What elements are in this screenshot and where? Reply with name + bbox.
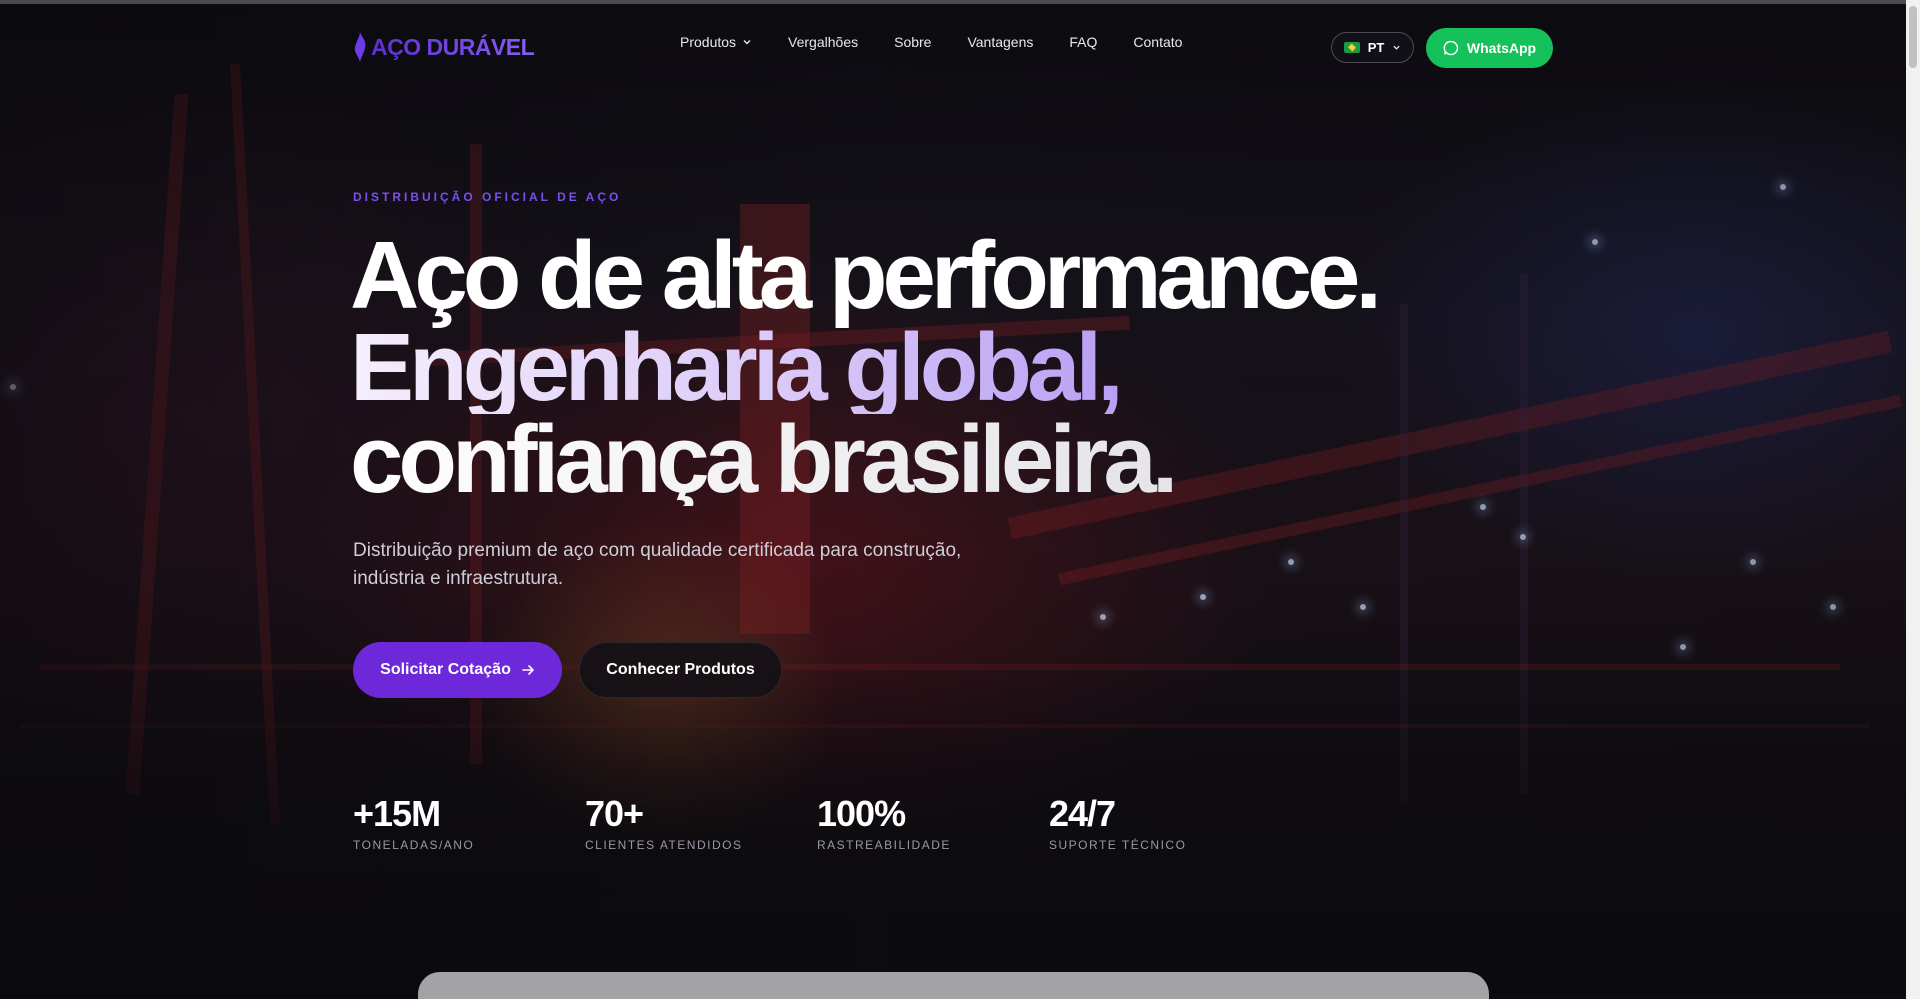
language-code: PT xyxy=(1367,40,1385,55)
flame-logo-icon xyxy=(354,32,366,62)
whatsapp-label: WhatsApp xyxy=(1466,40,1537,56)
nav-item-label: Produtos xyxy=(680,34,737,50)
stat-value: 24/7 xyxy=(1049,793,1116,834)
brand-logo[interactable]: AÇO DURÁVEL xyxy=(353,30,535,64)
stat-value: +15M xyxy=(353,793,441,834)
nav-item-produtos[interactable]: Produtos xyxy=(680,34,752,50)
stat-label: CLIENTES ATENDIDOS xyxy=(585,838,743,852)
view-products-button[interactable]: Conhecer Produtos xyxy=(579,642,782,698)
nav-item-label: Contato xyxy=(1133,34,1183,50)
nav-item-label: Sobre xyxy=(894,34,932,50)
nav-item-label: FAQ xyxy=(1069,34,1098,50)
headline-line-2: Engenharia global, xyxy=(350,320,1377,416)
page-scrollbar[interactable] xyxy=(1906,0,1920,999)
brazil-flag-icon xyxy=(1343,42,1360,53)
page-viewport: AÇO DURÁVEL Produtos Vergalhões Sobre Va… xyxy=(0,0,1906,999)
chevron-down-icon xyxy=(1393,45,1400,50)
stat-label: RASTREABILIDADE xyxy=(817,838,951,852)
view-products-label: Conhecer Produtos xyxy=(606,661,755,678)
stat-item: 100% RASTREABILIDADE xyxy=(817,793,1049,853)
stat-value: 70+ xyxy=(585,793,644,834)
stats-row: +15M TONELADAS/ANO 70+ CLIENTES ATENDIDO… xyxy=(353,793,1281,853)
nav-item-label: Vantagens xyxy=(967,34,1034,50)
stat-item: +15M TONELADAS/ANO xyxy=(353,793,585,853)
stat-value: 100% xyxy=(817,793,906,834)
stat-label: TONELADAS/ANO xyxy=(353,838,475,852)
request-quote-label: Solicitar Cotação xyxy=(380,661,511,678)
nav-item-sobre[interactable]: Sobre xyxy=(894,34,931,50)
next-section-card xyxy=(418,972,1489,999)
stat-label: SUPORTE TÉCNICO xyxy=(1049,838,1187,852)
nav-item-vergalhoes[interactable]: Vergalhões xyxy=(788,34,858,50)
headline-line-1: Aço de alta performance. xyxy=(350,222,1382,329)
nav-item-contato[interactable]: Contato xyxy=(1133,34,1182,50)
arrow-right-icon xyxy=(522,665,534,675)
brand-name: AÇO DURÁVEL xyxy=(371,33,535,60)
nav-item-vantagens[interactable]: Vantagens xyxy=(967,34,1033,50)
hero-subtitle: Distribuição premium de aço com qualidad… xyxy=(353,540,962,589)
stat-item: 24/7 SUPORTE TÉCNICO xyxy=(1049,793,1281,853)
nav-item-label: Vergalhões xyxy=(788,34,859,50)
request-quote-button[interactable]: Solicitar Cotação xyxy=(353,642,562,698)
scrollbar-thumb[interactable] xyxy=(1909,6,1917,68)
stat-item: 70+ CLIENTES ATENDIDOS xyxy=(585,793,817,853)
whatsapp-button[interactable]: WhatsApp xyxy=(1426,28,1553,68)
nav-links: Produtos Vergalhões Sobre Vantagens FAQ … xyxy=(680,34,1182,50)
hero-eyebrow: DISTRIBUIÇÃO OFICIAL DE AÇO xyxy=(353,190,622,204)
chevron-down-icon xyxy=(743,40,751,45)
nav-item-faq[interactable]: FAQ xyxy=(1069,34,1097,50)
whatsapp-chat-icon xyxy=(1443,40,1459,56)
headline-line-3: confiança brasileira. xyxy=(350,412,1377,508)
language-selector[interactable]: PT xyxy=(1331,32,1414,63)
hero-headline: Aço de alta performance. Engenharia glob… xyxy=(350,222,1382,508)
top-navigation: AÇO DURÁVEL Produtos Vergalhões Sobre Va… xyxy=(0,4,1906,88)
